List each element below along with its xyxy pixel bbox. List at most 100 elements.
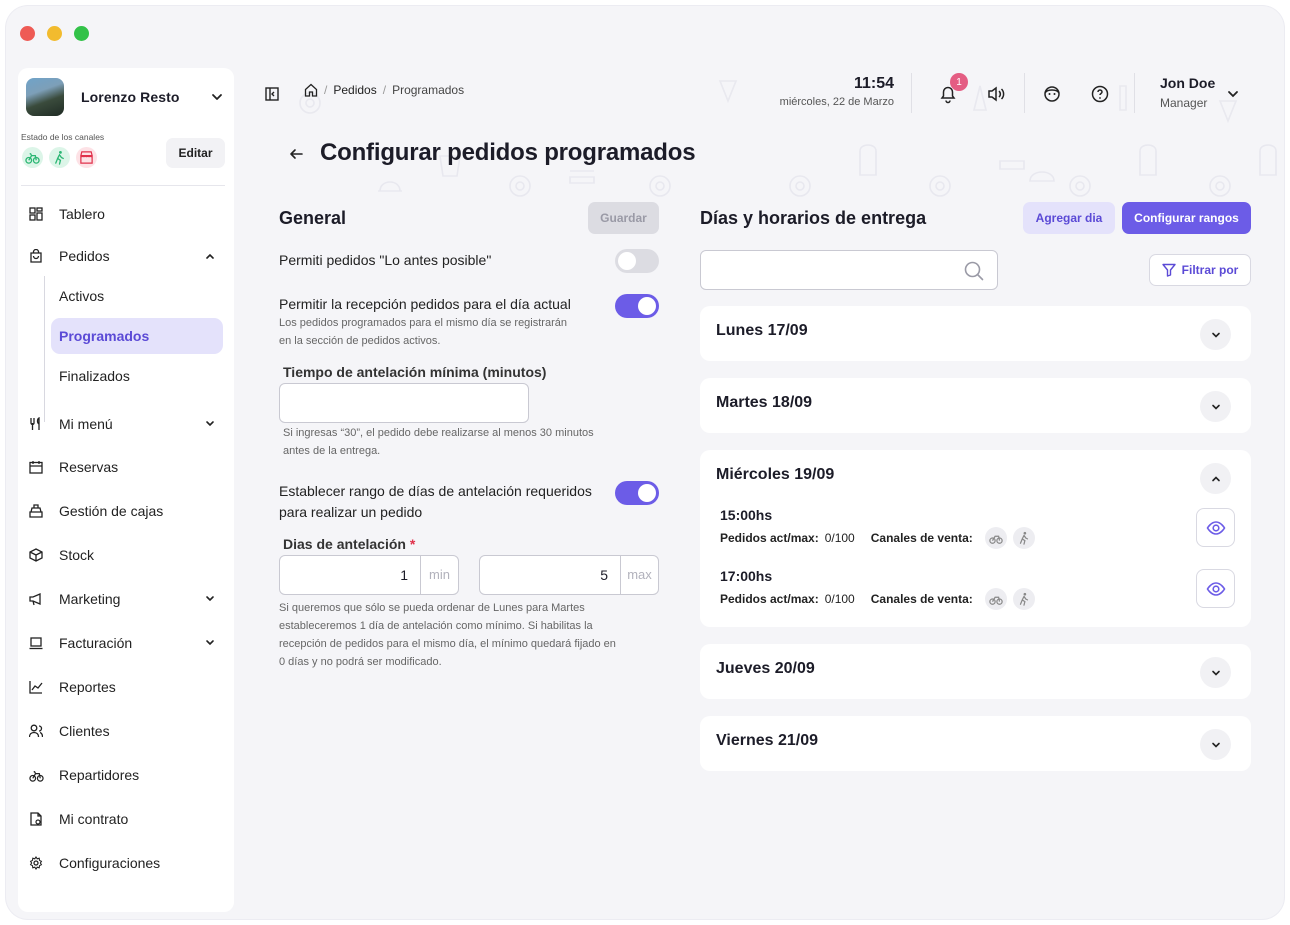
sidebar-item-activos[interactable]: Activos [51,278,223,314]
sidebar-item-label: Pedidos [59,248,110,264]
maximize-window-button[interactable] [74,26,89,41]
asap-toggle[interactable] [615,249,659,273]
same-day-help-line-2: en la sección de pedidos activos. [279,335,441,347]
day-name: Martes 18/09 [716,394,813,411]
sidebar-item-programados[interactable]: Programados [51,318,223,354]
sidebar-item-label: Stock [59,547,95,563]
min-days-input[interactable]: 1 min [279,555,459,595]
asap-label: Permiti pedidos "Lo antes posible" [279,252,492,268]
clock: 11:54 miércoles, 22 de Marzo [780,75,894,108]
days-help-line-1: Si queremos que sólo se pueda ordenar de… [279,602,585,614]
sidebar-item-label: Reservas [59,459,119,475]
walk-icon [1012,527,1035,549]
expand-button[interactable] [1200,729,1231,760]
days-label: Dias de antelación * [283,534,415,554]
sidebar-item-mi-contrato[interactable]: Mi contrato [28,801,224,837]
search-icon [964,261,984,281]
help-icon[interactable] [1090,84,1110,104]
min-time-input[interactable] [279,383,529,423]
sidebar-item-stock[interactable]: Stock [28,537,224,573]
range-label-line-1: Establecer rango de días de antelación r… [279,483,592,499]
save-button[interactable]: Guardar [588,202,659,234]
sidebar-toggle-icon[interactable] [265,87,279,101]
expand-button[interactable] [1200,391,1231,422]
same-day-toggle[interactable] [615,294,659,318]
sidebar-item-label: Mi contrato [59,811,129,827]
collapse-button[interactable] [1200,463,1231,494]
chevron-up-icon [1211,475,1220,481]
divider [1134,73,1135,113]
close-window-button[interactable] [20,26,35,41]
orders-label: Pedidos act/max: [720,592,819,606]
slot-meta: Pedidos act/max: 0/100 Canales de venta: [720,588,1035,610]
sidebar-item-finalizados[interactable]: Finalizados [51,358,223,394]
sidebar-item-reportes[interactable]: Reportes [28,669,224,705]
divider [1024,73,1025,113]
sidebar-item-repartidores[interactable]: Repartidores [28,757,224,793]
back-arrow-icon[interactable] [288,146,304,162]
bike-icon [984,588,1007,610]
sidebar-item-gestion-cajas[interactable]: Gestión de cajas [28,493,224,529]
user-name: Jon Doe [1160,75,1216,91]
orders-label: Pedidos act/max: [720,531,819,545]
expand-button[interactable] [1200,657,1231,688]
same-day-help-line-1: Los pedidos programados para el mismo dí… [279,317,567,329]
filter-button[interactable]: Filtrar por [1149,254,1251,286]
utensils-icon [28,416,44,432]
add-day-button[interactable]: Agregar dia [1023,202,1115,234]
day-card[interactable]: Jueves 20/09 [700,644,1251,699]
search-input[interactable] [700,250,998,290]
days-label-text: Dias de antelación [283,536,406,552]
minimize-window-button[interactable] [47,26,62,41]
restaurant-selector[interactable]: Lorenzo Resto [22,76,232,118]
sidebar-item-configuraciones[interactable]: Configuraciones [28,845,224,881]
box-icon [28,547,44,563]
max-days-input[interactable]: 5 max [479,555,659,595]
restaurant-avatar [26,78,64,116]
edit-channels-button[interactable]: Editar [166,138,225,168]
sidebar-item-mi-menu[interactable]: Mi menú [28,406,224,442]
walk-icon [49,147,70,168]
breadcrumb-separator: / [324,83,328,97]
sidebar-item-label: Mi menú [59,416,113,432]
sidebar-item-reservas[interactable]: Reservas [28,449,224,485]
day-card[interactable]: Viernes 21/09 [700,716,1251,771]
speaker-icon[interactable] [986,84,1006,104]
app-window: Lorenzo Resto Estado de los canales Edit… [6,6,1284,919]
delivery-section-title: Días y horarios de entrega [700,208,927,228]
chevron-down-icon [1211,742,1220,748]
page-title: Configurar pedidos programados [320,139,696,166]
chevron-down-icon [212,94,222,100]
day-name: Miércoles 19/09 [716,466,835,483]
configure-ranges-button[interactable]: Configurar rangos [1122,202,1251,234]
support-agent-icon[interactable] [1042,84,1062,104]
sidebar-item-tablero[interactable]: Tablero [28,196,224,232]
sidebar-item-label: Configuraciones [59,855,161,871]
sidebar-item-label: Activos [59,288,105,304]
sidebar-item-marketing[interactable]: Marketing [28,581,224,617]
sidebar-item-facturacion[interactable]: Facturación [28,625,224,661]
view-slot-button[interactable] [1196,569,1235,608]
home-icon[interactable] [304,83,318,97]
sidebar-item-label: Finalizados [59,368,130,384]
chevron-down-icon[interactable] [1226,87,1240,101]
bike-icon [28,767,44,783]
laptop-icon [28,635,44,651]
day-card[interactable]: Martes 18/09 [700,378,1251,433]
general-section-title: General [279,208,347,228]
view-slot-button[interactable] [1196,508,1235,547]
same-day-label: Permitir la recepción pedidos para el dí… [279,296,571,312]
range-toggle[interactable] [615,481,659,505]
sidebar-item-pedidos[interactable]: Pedidos [28,238,224,274]
channels-label: Canales de venta: [870,592,973,606]
bag-icon [28,248,44,264]
day-name: Jueves 20/09 [716,660,815,677]
breadcrumb-item[interactable]: Pedidos [333,83,376,97]
day-card[interactable]: Lunes 17/09 [700,306,1251,361]
channel-status-icons [22,147,97,168]
clock-date: miércoles, 22 de Marzo [779,96,894,108]
sidebar-item-clientes[interactable]: Clientes [28,713,224,749]
sidebar-item-label: Facturación [59,635,133,651]
expand-button[interactable] [1200,319,1231,350]
user-menu[interactable]: Jon Doe Manager [1160,75,1215,110]
